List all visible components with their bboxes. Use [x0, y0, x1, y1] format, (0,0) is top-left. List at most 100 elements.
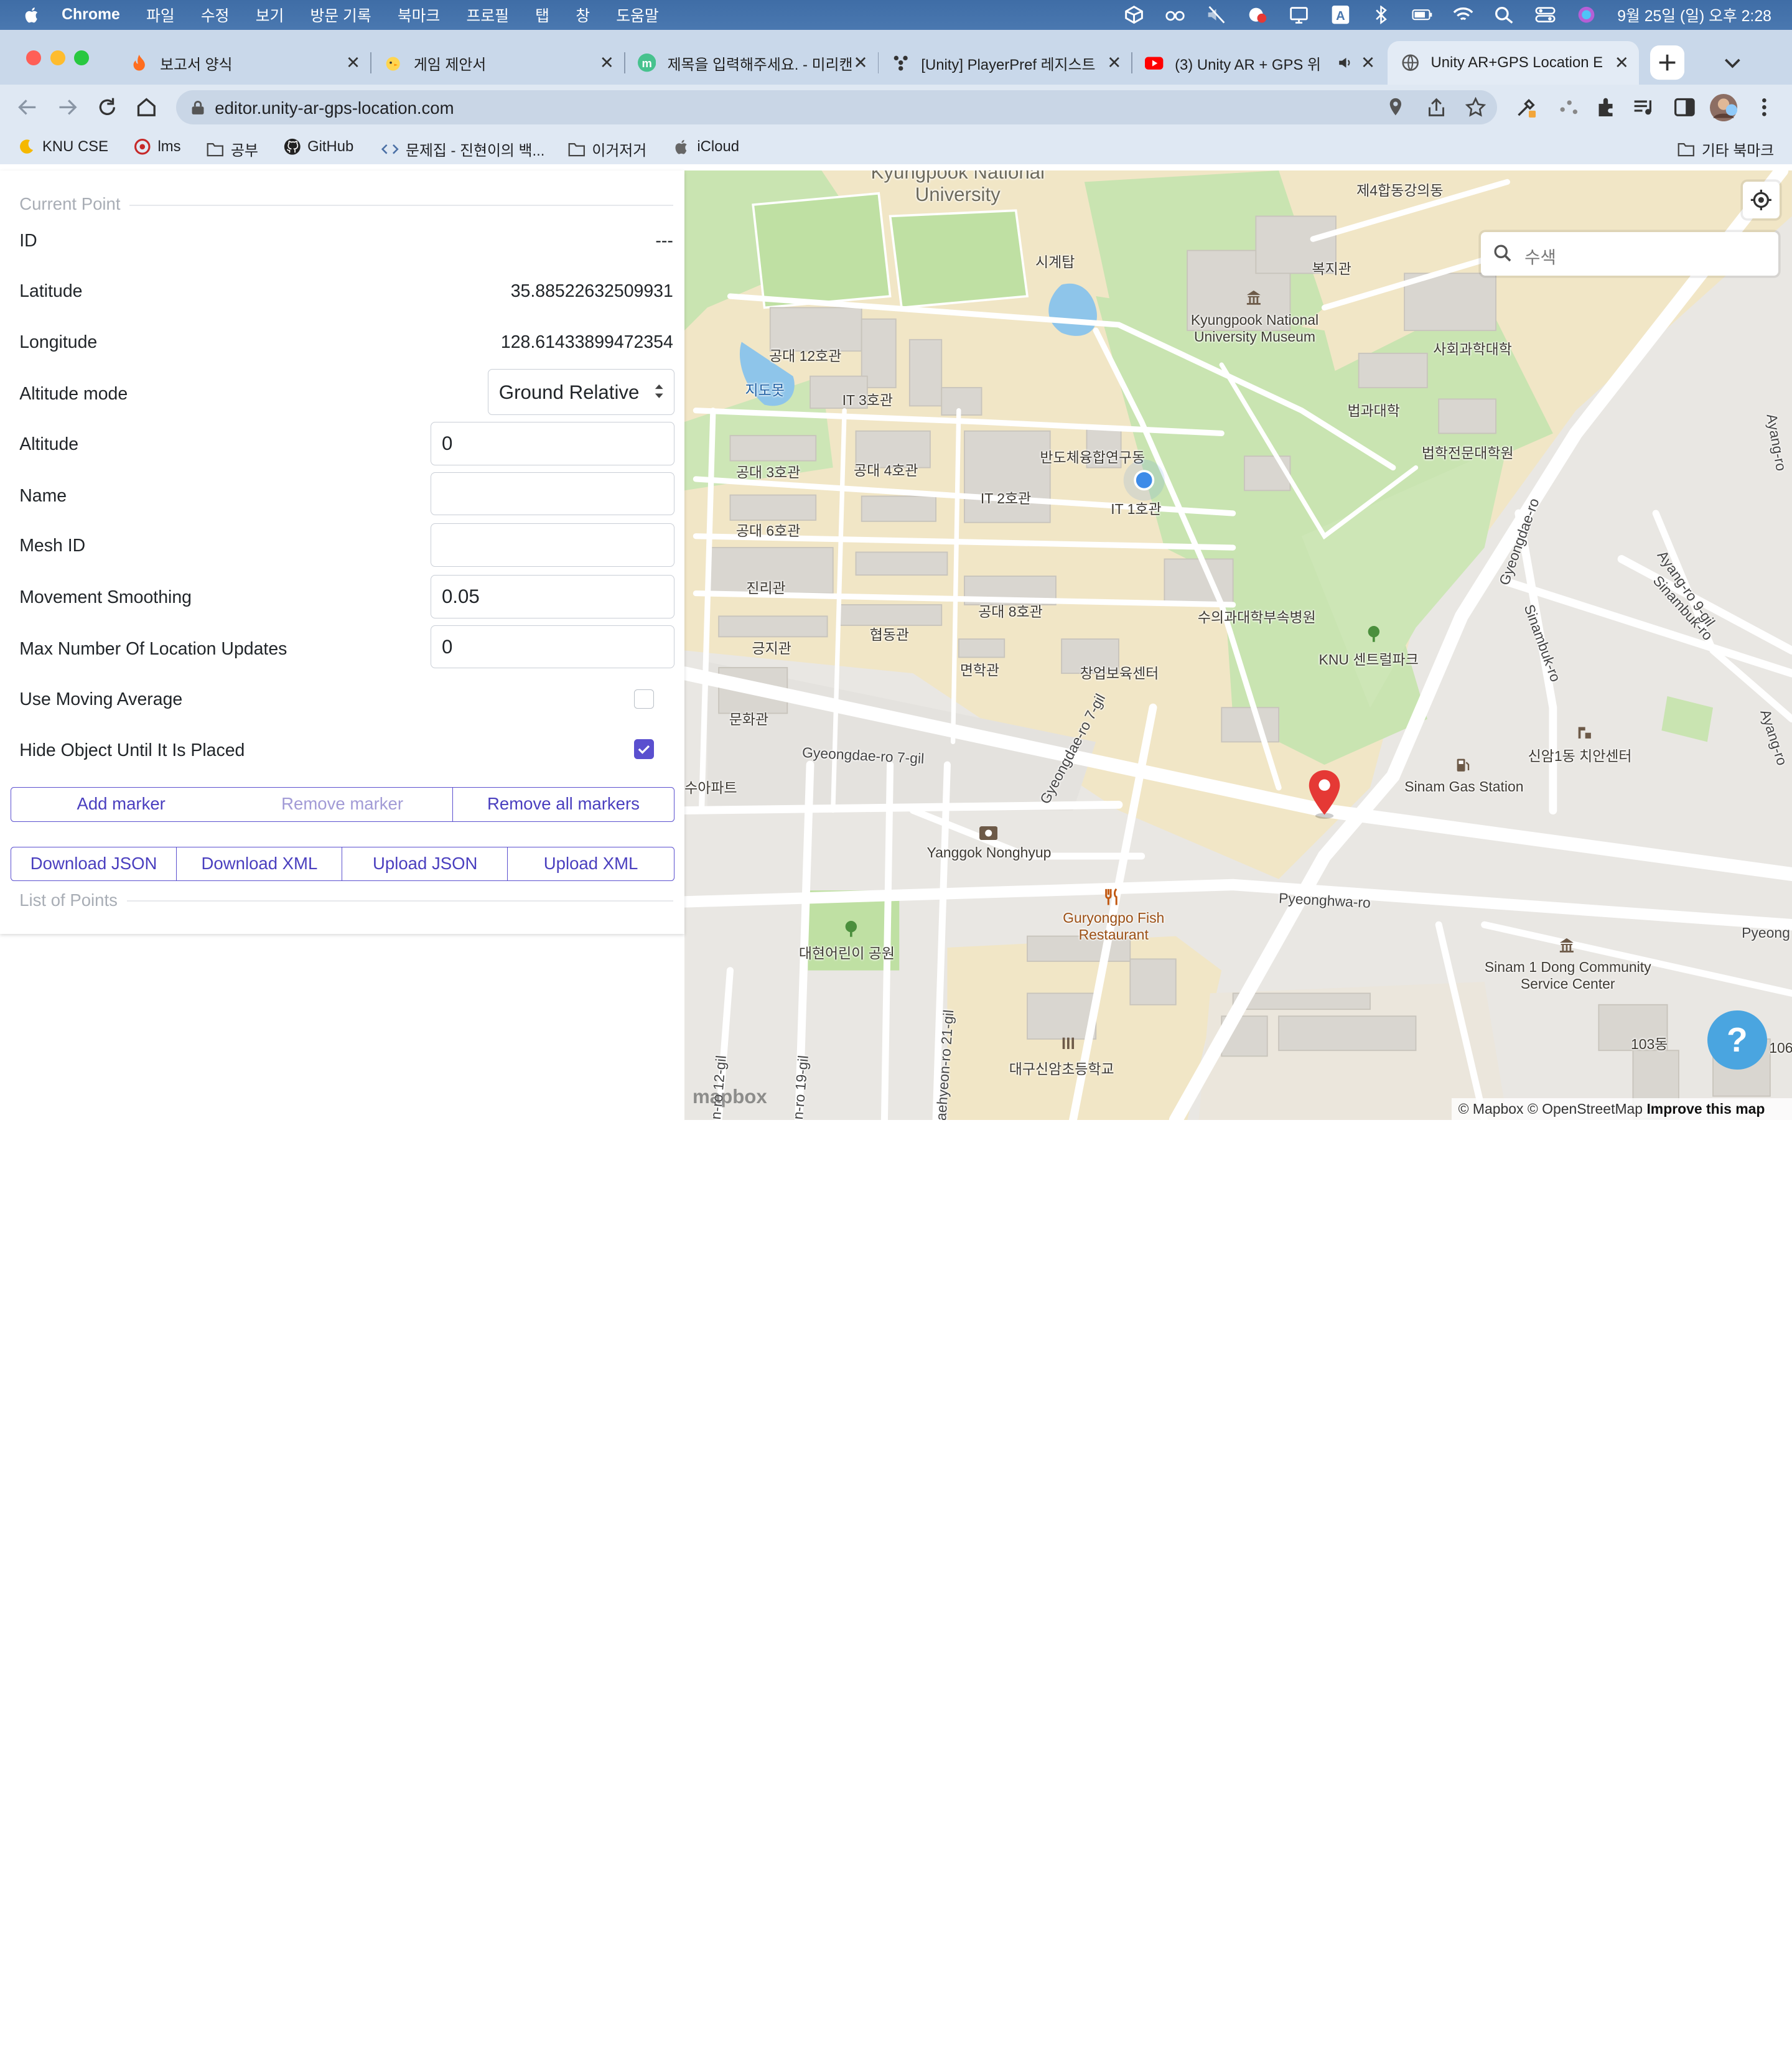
improve-map-link[interactable]: Improve this map [1646, 1101, 1765, 1117]
lock-icon[interactable] [191, 100, 205, 116]
spotlight-search-icon[interactable] [1494, 6, 1514, 24]
map-canvas[interactable]: Kyungpook National University 제4합동강의동 시계… [684, 170, 1792, 1120]
zoom-window-button[interactable] [74, 50, 90, 65]
bookmark-github[interactable]: GitHub [284, 138, 353, 156]
use-moving-average-checkbox[interactable] [634, 689, 654, 709]
profile-avatar[interactable] [1709, 93, 1737, 121]
minimize-window-button[interactable] [50, 50, 65, 65]
mapbox-logo[interactable]: mapbox [693, 1086, 767, 1108]
name-input[interactable] [431, 472, 674, 516]
hide-until-placed-checkbox[interactable] [634, 739, 654, 759]
address-bar[interactable]: editor.unity-ar-gps-location.com [175, 90, 1498, 125]
media-control-icon[interactable] [1632, 96, 1655, 119]
share-icon[interactable] [1426, 97, 1447, 118]
close-icon[interactable]: ✕ [1360, 53, 1376, 73]
siri-icon[interactable] [1576, 6, 1597, 24]
bookmark-star-icon[interactable] [1465, 97, 1486, 118]
help-button[interactable]: ? [1707, 1010, 1767, 1070]
menu-tab[interactable]: 탭 [535, 4, 549, 26]
altitude-mode-select[interactable]: Ground Relative [488, 369, 674, 415]
location-pin-icon[interactable] [1388, 97, 1404, 118]
close-icon[interactable]: ✕ [345, 53, 362, 73]
new-tab-plus-icon[interactable] [1650, 45, 1685, 80]
tree-poi-icon[interactable] [843, 921, 859, 938]
geolocate-button[interactable] [1742, 182, 1780, 218]
max-location-updates-input[interactable]: 0 [431, 625, 674, 669]
menu-bookmarks[interactable]: 북마크 [398, 4, 440, 26]
menubar-clock[interactable]: 9월 25일 (일) 오후 2:28 [1617, 4, 1771, 26]
menu-help[interactable]: 도움말 [616, 4, 658, 26]
download-json-button[interactable]: Download JSON [10, 846, 177, 882]
bookmark-folder-study[interactable]: 공부 [207, 138, 258, 160]
unity-icon[interactable] [1124, 6, 1144, 24]
extensions-puzzle-icon[interactable] [1595, 96, 1618, 119]
tab-game-proposal[interactable]: 게임 제안서 ✕ [370, 41, 625, 85]
tab-report-template[interactable]: 보고서 양식 ✕ [116, 41, 371, 85]
close-icon[interactable]: ✕ [1106, 53, 1122, 73]
tab-youtube-unity-ar-gps[interactable]: (3) Unity AR + GPS 위 ✕ [1131, 41, 1385, 85]
more-vertical-icon[interactable] [1753, 96, 1776, 119]
marker-pin-icon[interactable] [1307, 769, 1342, 819]
menu-app-name[interactable]: Chrome [62, 6, 120, 24]
upload-xml-button[interactable]: Upload XML [507, 846, 674, 882]
museum-poi-icon[interactable] [1246, 289, 1262, 306]
home-icon[interactable] [135, 96, 158, 119]
close-icon[interactable]: ✕ [599, 53, 615, 73]
bookmark-baekjoon-workbook[interactable]: 문제집 - 진현이의 백... [381, 138, 544, 160]
url-text[interactable]: editor.unity-ar-gps-location.com [215, 98, 454, 118]
mute-icon[interactable] [1206, 6, 1226, 24]
school-poi-icon[interactable] [1060, 1035, 1076, 1052]
bookmark-folder-other[interactable]: 기타 북마크 [1678, 138, 1774, 160]
eyedropper-extension-icon[interactable] [1515, 96, 1538, 119]
map-search-input[interactable]: 수색 [1481, 231, 1778, 276]
altitude-input[interactable]: 0 [431, 421, 674, 465]
bank-poi-icon[interactable] [979, 826, 998, 840]
glasses-icon[interactable] [1165, 6, 1185, 24]
user-location-dot[interactable] [1121, 457, 1167, 503]
upload-json-button[interactable]: Upload JSON [342, 846, 509, 882]
menu-profiles[interactable]: 프로필 [467, 4, 509, 26]
menu-view[interactable]: 보기 [256, 4, 284, 26]
menu-history[interactable]: 방문 기록 [310, 4, 371, 26]
tab-unity-ar-gps-editor[interactable]: Unity AR+GPS Location E ✕ [1387, 41, 1639, 85]
tab-miricanvas[interactable]: m 제목을 입력해주세요. - 미리캔 ✕ [624, 41, 879, 85]
bluetooth-icon[interactable] [1371, 6, 1391, 24]
display-icon[interactable] [1289, 6, 1309, 24]
restaurant-poi-icon[interactable] [1104, 888, 1120, 906]
attribution-text[interactable]: © Mapbox © OpenStreetMap [1458, 1101, 1643, 1117]
bookmark-knu-cse[interactable]: KNU CSE [18, 138, 108, 156]
close-icon[interactable]: ✕ [852, 53, 869, 73]
tree-poi-icon[interactable] [1366, 626, 1382, 643]
remove-marker-button[interactable]: Remove marker [231, 787, 454, 822]
record-icon[interactable] [1247, 6, 1267, 24]
close-window-button[interactable] [26, 50, 42, 65]
tab-search-chevron-down-icon[interactable] [1721, 52, 1744, 75]
bookmark-folder-misc[interactable]: 이거저거 [568, 138, 646, 160]
side-panel-icon[interactable] [1673, 96, 1696, 119]
battery-icon[interactable] [1412, 6, 1432, 24]
dots-extension-icon[interactable] [1557, 96, 1580, 119]
wifi-icon[interactable] [1453, 6, 1473, 24]
reload-icon[interactable] [96, 96, 119, 119]
remove-all-markers-button[interactable]: Remove all markers [452, 787, 674, 822]
forward-arrow-icon[interactable] [56, 96, 79, 119]
input-source-icon[interactable]: A [1330, 6, 1350, 24]
add-marker-button[interactable]: Add marker [10, 787, 232, 822]
police-poi-icon[interactable] [1576, 724, 1592, 740]
tab-unity-playerpref[interactable]: [Unity] PlayerPref 레지스트 ✕ [878, 41, 1133, 85]
movement-smoothing-input[interactable]: 0.05 [431, 574, 674, 618]
download-xml-button[interactable]: Download XML [175, 846, 343, 882]
control-center-icon[interactable] [1535, 6, 1556, 24]
close-icon[interactable]: ✕ [1613, 53, 1630, 73]
back-arrow-icon[interactable] [16, 96, 39, 119]
menu-file[interactable]: 파일 [146, 4, 175, 26]
community-center-poi-icon[interactable] [1559, 937, 1575, 953]
apple-icon[interactable] [23, 6, 41, 24]
menu-edit[interactable]: 수정 [201, 4, 230, 26]
menu-window[interactable]: 창 [576, 4, 590, 26]
bookmark-lms[interactable]: lms [134, 138, 181, 156]
bookmark-icloud[interactable]: iCloud [673, 138, 739, 156]
speaker-icon[interactable] [1337, 55, 1353, 71]
gas-station-poi-icon[interactable] [1455, 757, 1471, 773]
mesh-id-input[interactable] [431, 523, 674, 567]
